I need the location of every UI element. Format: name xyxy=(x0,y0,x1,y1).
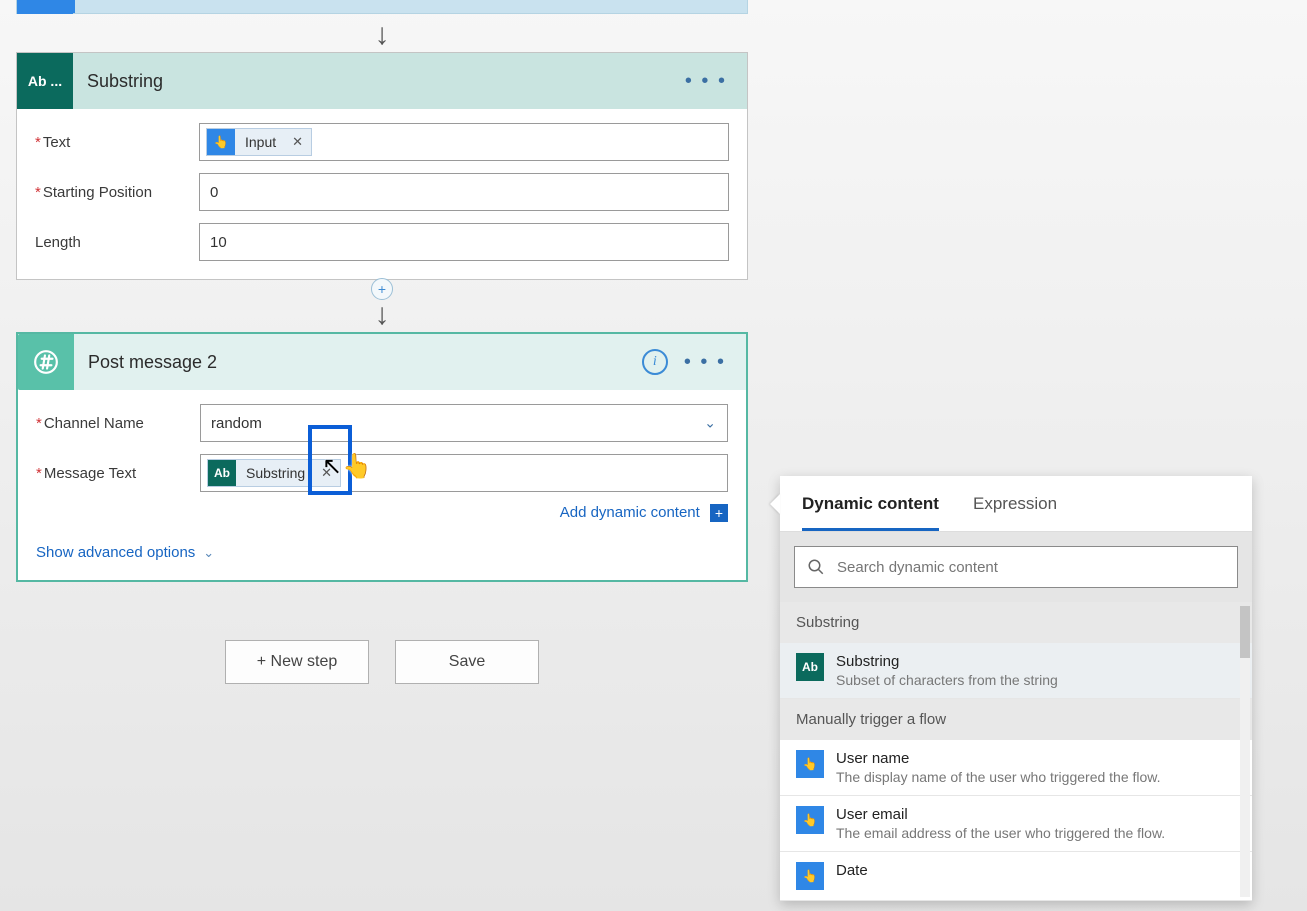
finger-tap-icon: 👆 xyxy=(207,128,235,156)
insert-step-button[interactable]: + xyxy=(371,278,393,300)
dc-item-desc: Subset of characters from the string xyxy=(836,672,1058,688)
tab-dynamic-content[interactable]: Dynamic content xyxy=(802,494,939,531)
start-pos-label: *Starting Position xyxy=(35,184,199,201)
post-more-icon[interactable]: • • • xyxy=(684,352,726,372)
token-label: Substring xyxy=(236,465,313,481)
panel-caret-icon xyxy=(770,494,780,514)
substring-token[interactable]: Ab Substring ✕ xyxy=(207,459,341,487)
dc-section-header: Substring xyxy=(780,602,1252,643)
dc-item[interactable]: 👆 Date xyxy=(780,852,1252,901)
dynamic-content-search[interactable] xyxy=(794,546,1238,588)
trigger-card-partial[interactable] xyxy=(16,0,748,14)
search-input[interactable] xyxy=(837,559,1225,576)
save-button[interactable]: Save xyxy=(395,640,539,684)
token-remove-icon[interactable]: ✕ xyxy=(284,134,311,150)
dc-item[interactable]: 👆 User email The email address of the user… xyxy=(780,796,1252,852)
chevron-down-icon: ⌄ xyxy=(203,545,214,561)
dc-item-desc: The display name of the user who trigger… xyxy=(836,769,1161,785)
dc-item-title: Substring xyxy=(836,653,1058,670)
dc-item-title: User email xyxy=(836,806,1165,823)
dc-item-desc: The email address of the user who trigge… xyxy=(836,825,1165,841)
post-card-header[interactable]: Post message 2 i • • • xyxy=(18,334,746,390)
substring-more-icon[interactable]: • • • xyxy=(685,71,727,91)
length-input[interactable] xyxy=(199,223,729,261)
message-text-label: *Message Text xyxy=(36,465,200,482)
scrollbar-thumb[interactable] xyxy=(1240,606,1250,658)
flow-arrow-icon: ↓ xyxy=(375,14,390,52)
channel-select[interactable]: random xyxy=(200,404,728,442)
dc-item-icon: 👆 xyxy=(796,750,824,778)
dc-item-icon: Ab xyxy=(796,653,824,681)
dc-item-title: User name xyxy=(836,750,1161,767)
start-pos-input[interactable] xyxy=(199,173,729,211)
token-label: Input xyxy=(235,134,284,150)
dc-section-header: Manually trigger a flow xyxy=(780,699,1252,740)
substring-card-title: Substring xyxy=(73,71,685,92)
dc-item-icon: 👆 xyxy=(796,806,824,834)
show-advanced-options-link[interactable]: Show advanced options⌄ xyxy=(36,544,214,561)
substring-token-icon: Ab xyxy=(208,459,236,487)
dc-item[interactable]: Ab Substring Subset of characters from the… xyxy=(780,643,1252,699)
text-input[interactable]: 👆 Input ✕ xyxy=(199,123,729,161)
dc-item-icon: 👆 xyxy=(796,862,824,890)
channel-label: *Channel Name xyxy=(36,415,200,432)
substring-action-card[interactable]: Ab ... Substring • • • *Text 👆 Input ✕ xyxy=(16,52,748,280)
message-text-input[interactable]: Ab Substring ✕ xyxy=(200,454,728,492)
length-label: Length xyxy=(35,234,199,251)
substring-card-header[interactable]: Ab ... Substring • • • xyxy=(17,53,747,109)
tab-expression[interactable]: Expression xyxy=(973,494,1057,531)
hashtag-icon xyxy=(18,334,74,390)
new-step-button[interactable]: + New step xyxy=(225,640,369,684)
add-dynamic-content-link[interactable]: Add dynamic content xyxy=(560,504,700,521)
flow-arrow-icon: ↓ xyxy=(375,298,390,332)
post-card-title: Post message 2 xyxy=(74,352,642,373)
token-remove-icon[interactable]: ✕ xyxy=(313,465,340,481)
dynamic-content-panel: Dynamic content Expression Substring Ab Su… xyxy=(780,476,1252,901)
info-icon[interactable]: i xyxy=(642,349,668,375)
add-dynamic-plus-icon[interactable]: + xyxy=(710,504,728,522)
substring-icon: Ab ... xyxy=(17,53,73,109)
post-message-action-card[interactable]: Post message 2 i • • • *Channel Name ran… xyxy=(16,332,748,582)
text-field-label: *Text xyxy=(35,134,199,151)
search-icon xyxy=(807,558,825,576)
dc-item-title: Date xyxy=(836,862,868,879)
input-token[interactable]: 👆 Input ✕ xyxy=(206,128,312,156)
dc-item[interactable]: 👆 User name The display name of the user w… xyxy=(780,740,1252,796)
